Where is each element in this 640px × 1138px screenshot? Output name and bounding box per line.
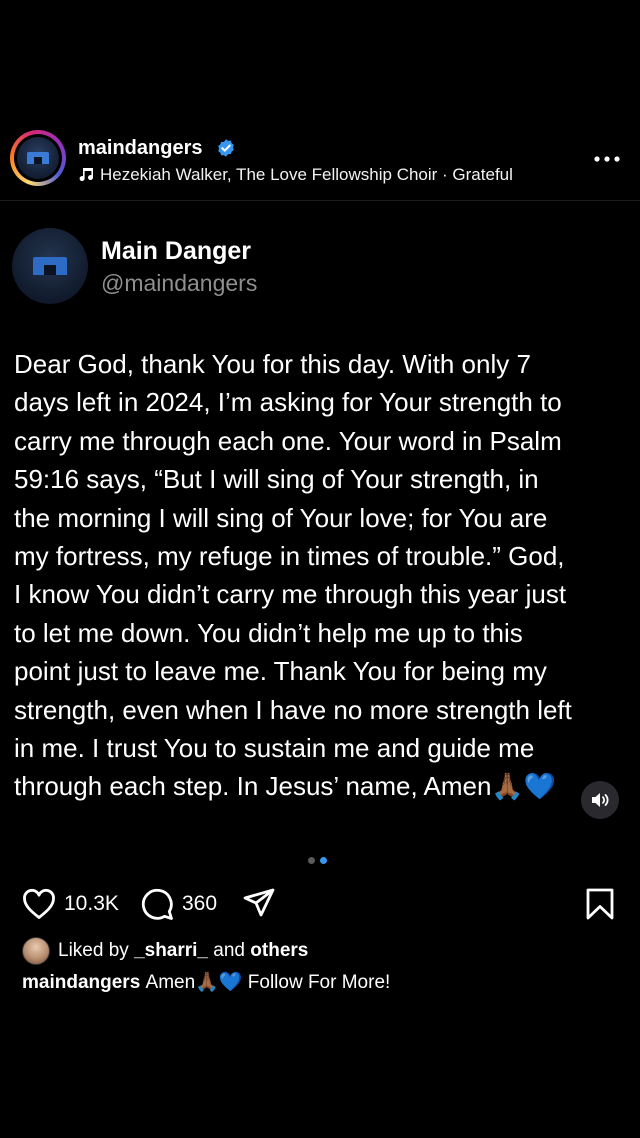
liked-by-others[interactable]: others [250,940,308,962]
tweet-text-line: my fortress, my refuge in times of troub… [14,541,565,572]
tweet-text-line: carry me through each one. Your word in … [14,425,562,456]
sound-toggle-button[interactable] [581,781,619,819]
tweet-text-line: point just to leave me. Thank You for be… [14,656,547,687]
music-track-label: Hezekiah Walker, The Love Fellowship Cho… [100,165,513,184]
post-caption: maindangers Amen🙏🏾💙 Follow For More! [22,970,390,994]
tweet-text-line: in me. I trust You to sustain me and gui… [14,733,535,764]
comment-action[interactable]: 360 [140,882,217,926]
bookmark-icon[interactable] [584,887,616,921]
post-header: maindangers Hezekiah Walker, The Love Fe… [0,124,640,201]
caption-text: Amen🙏🏾💙 Follow For More! [145,972,391,993]
heart-icon[interactable] [22,888,56,920]
tweet-text-line: Dear God, thank You for this day. With o… [14,349,531,379]
speaker-icon [592,793,609,807]
share-action[interactable] [242,882,276,926]
profile-avatar-story-ring[interactable] [10,130,66,186]
verified-badge-icon [218,139,234,157]
tweet-text-line: days left in 2024, I’m asking for Your s… [14,387,562,418]
tweet-text: Dear God, thank You for this day. With o… [14,345,626,806]
action-bar: 10.3K 360 [0,882,640,926]
likes-count[interactable]: 10.3K [64,892,119,916]
like-action[interactable]: 10.3K [22,882,119,926]
liker-avatar[interactable] [22,937,50,965]
carousel-dot [308,857,315,864]
comments-count[interactable]: 360 [182,892,217,916]
profile-avatar [17,137,59,179]
liked-by-prefix: Liked by [58,940,129,961]
tweet-text-line: 59:16 says, “But I will sing of Your str… [14,464,539,495]
tweet-text-line: through each step. In Jesus’ name, Amen🙏… [14,771,557,802]
avatar-ring-gap [14,134,62,182]
send-icon[interactable] [242,887,276,921]
liker-username[interactable]: _sharri_ [134,940,208,962]
post-username[interactable]: maindangers [78,137,202,160]
avatar-logo-icon [27,152,49,164]
liked-by-line[interactable]: Liked by _sharri_ and others [22,937,308,965]
tweet-text-line: strength, even when I have no more stren… [14,694,572,725]
tweet-author-avatar [12,228,88,304]
tweet-text-line: to let me down. You didn’t help me up to… [14,617,523,648]
music-note-icon [79,168,94,182]
tweet-handle: @maindangers [101,270,258,296]
tweet-text-line: I know You didn’t carry me through this … [14,579,567,610]
tweet-display-name: Main Danger [101,237,252,265]
music-attribution[interactable]: Hezekiah Walker, The Love Fellowship Cho… [78,165,513,185]
carousel-indicator [308,857,334,865]
liked-by-and: and [213,940,245,961]
tweet-text-line: the morning I will sing of Your love; fo… [14,502,548,533]
carousel-dot-active [320,857,327,864]
comment-icon[interactable] [140,887,174,921]
save-action[interactable] [584,882,616,926]
more-horizontal-icon[interactable] [592,154,622,164]
caption-username[interactable]: maindangers [22,972,140,993]
avatar-logo-icon [33,257,67,275]
